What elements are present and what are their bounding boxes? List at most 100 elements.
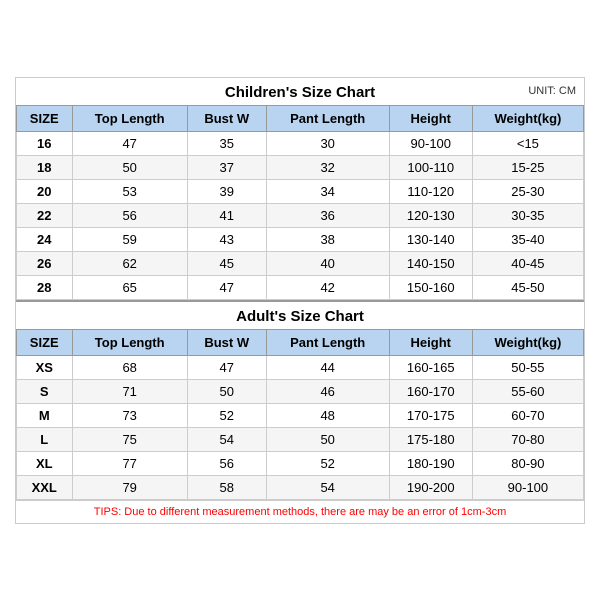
children-table-cell: 39 — [187, 179, 266, 203]
children-table-cell: <15 — [472, 131, 583, 155]
adult-table-cell: 47 — [187, 355, 266, 379]
adult-header-cell: Weight(kg) — [472, 329, 583, 355]
adult-table-cell: 71 — [72, 379, 187, 403]
children-table-cell: 35 — [187, 131, 266, 155]
children-table-cell: 38 — [266, 227, 389, 251]
adult-table-cell: 77 — [72, 451, 187, 475]
adult-table-cell: 175-180 — [389, 427, 472, 451]
adult-table-cell: 79 — [72, 475, 187, 499]
adult-table-cell: 58 — [187, 475, 266, 499]
children-table-cell: 28 — [17, 275, 73, 299]
children-table-cell: 40-45 — [472, 251, 583, 275]
tips-text: TIPS: Due to different measurement metho… — [16, 500, 584, 523]
adult-header-row: SIZETop LengthBust WPant LengthHeightWei… — [17, 329, 584, 355]
adult-table-cell: 48 — [266, 403, 389, 427]
adult-table-cell: 73 — [72, 403, 187, 427]
children-table-cell: 53 — [72, 179, 187, 203]
adult-table-cell: 52 — [266, 451, 389, 475]
children-table-cell: 45-50 — [472, 275, 583, 299]
adult-table-cell: 55-60 — [472, 379, 583, 403]
children-header-cell: Bust W — [187, 105, 266, 131]
children-table-cell: 150-160 — [389, 275, 472, 299]
children-table: SIZETop LengthBust WPant LengthHeightWei… — [16, 105, 584, 300]
adult-table-cell: XXL — [17, 475, 73, 499]
adult-table-row: XS684744160-16550-55 — [17, 355, 584, 379]
children-table-cell: 47 — [187, 275, 266, 299]
children-section-title: Children's Size Chart UNIT: CM — [16, 78, 584, 105]
adult-table-cell: L — [17, 427, 73, 451]
adult-table-cell: 160-170 — [389, 379, 472, 403]
adult-table-cell: XS — [17, 355, 73, 379]
adult-table-cell: 44 — [266, 355, 389, 379]
children-table-cell: 65 — [72, 275, 187, 299]
adult-table-cell: S — [17, 379, 73, 403]
adult-table-row: S715046160-17055-60 — [17, 379, 584, 403]
children-table-cell: 26 — [17, 251, 73, 275]
children-table-cell: 50 — [72, 155, 187, 179]
adult-table-cell: 52 — [187, 403, 266, 427]
children-table-cell: 16 — [17, 131, 73, 155]
adult-table-row: XXL795854190-20090-100 — [17, 475, 584, 499]
children-table-row: 18503732100-11015-25 — [17, 155, 584, 179]
adult-table-cell: 180-190 — [389, 451, 472, 475]
children-table-cell: 56 — [72, 203, 187, 227]
adult-table-cell: 160-165 — [389, 355, 472, 379]
adult-table: SIZETop LengthBust WPant LengthHeightWei… — [16, 329, 584, 500]
children-table-cell: 34 — [266, 179, 389, 203]
adult-table-cell: 50 — [187, 379, 266, 403]
children-title-text: Children's Size Chart — [225, 84, 375, 101]
adult-header-cell: SIZE — [17, 329, 73, 355]
adult-header-cell: Top Length — [72, 329, 187, 355]
children-table-cell: 62 — [72, 251, 187, 275]
adult-table-cell: 46 — [266, 379, 389, 403]
children-table-cell: 43 — [187, 227, 266, 251]
children-table-cell: 18 — [17, 155, 73, 179]
children-table-row: 20533934110-12025-30 — [17, 179, 584, 203]
unit-label: UNIT: CM — [528, 85, 576, 97]
children-table-cell: 130-140 — [389, 227, 472, 251]
children-table-row: 1647353090-100<15 — [17, 131, 584, 155]
children-table-cell: 35-40 — [472, 227, 583, 251]
children-table-cell: 40 — [266, 251, 389, 275]
children-table-cell: 110-120 — [389, 179, 472, 203]
children-header-row: SIZETop LengthBust WPant LengthHeightWei… — [17, 105, 584, 131]
children-table-cell: 22 — [17, 203, 73, 227]
children-table-cell: 15-25 — [472, 155, 583, 179]
adult-table-cell: 60-70 — [472, 403, 583, 427]
children-table-cell: 20 — [17, 179, 73, 203]
adult-section-title: Adult's Size Chart — [16, 300, 584, 329]
adult-table-cell: 70-80 — [472, 427, 583, 451]
adult-table-row: XL775652180-19080-90 — [17, 451, 584, 475]
children-table-cell: 140-150 — [389, 251, 472, 275]
children-header-cell: Pant Length — [266, 105, 389, 131]
children-table-cell: 42 — [266, 275, 389, 299]
children-header-cell: Top Length — [72, 105, 187, 131]
adult-table-cell: M — [17, 403, 73, 427]
adult-table-cell: 80-90 — [472, 451, 583, 475]
children-table-cell: 41 — [187, 203, 266, 227]
children-table-cell: 47 — [72, 131, 187, 155]
adult-table-cell: 50 — [266, 427, 389, 451]
adult-table-cell: XL — [17, 451, 73, 475]
children-table-cell: 25-30 — [472, 179, 583, 203]
adult-table-cell: 170-175 — [389, 403, 472, 427]
children-table-row: 22564136120-13030-35 — [17, 203, 584, 227]
size-chart-container: Children's Size Chart UNIT: CM SIZETop L… — [15, 77, 585, 524]
children-table-cell: 100-110 — [389, 155, 472, 179]
adult-table-cell: 75 — [72, 427, 187, 451]
children-table-cell: 90-100 — [389, 131, 472, 155]
children-table-cell: 24 — [17, 227, 73, 251]
children-table-cell: 30 — [266, 131, 389, 155]
children-table-row: 26624540140-15040-45 — [17, 251, 584, 275]
children-header-cell: Weight(kg) — [472, 105, 583, 131]
children-table-cell: 37 — [187, 155, 266, 179]
adult-table-cell: 56 — [187, 451, 266, 475]
adult-header-cell: Height — [389, 329, 472, 355]
adult-table-cell: 50-55 — [472, 355, 583, 379]
children-table-cell: 59 — [72, 227, 187, 251]
children-table-cell: 30-35 — [472, 203, 583, 227]
adult-table-cell: 68 — [72, 355, 187, 379]
adult-title-text: Adult's Size Chart — [236, 308, 364, 325]
children-header-cell: SIZE — [17, 105, 73, 131]
adult-table-cell: 54 — [187, 427, 266, 451]
